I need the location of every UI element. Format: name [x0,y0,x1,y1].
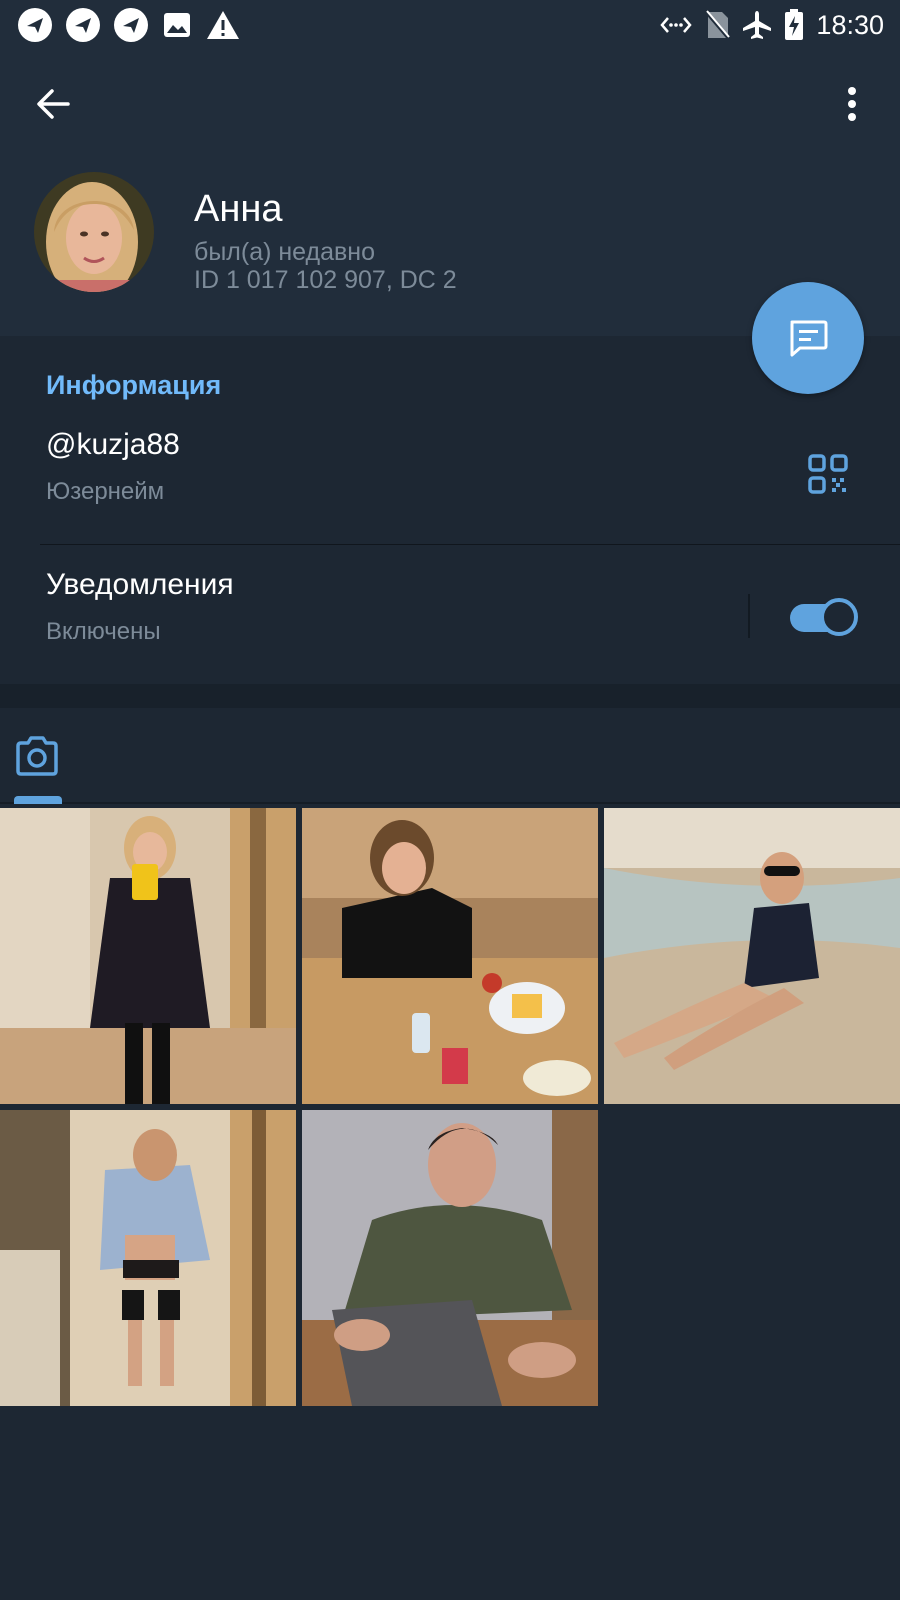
more-options-icon[interactable] [836,84,868,124]
info-section: Информация @kuzja88 Юзернейм Уведомления… [0,336,900,684]
notifications-title: Уведомления [46,568,234,601]
notifications-state: Включены [46,618,161,645]
status-time: 18:30 [816,9,884,40]
section-gap [0,684,900,708]
notifications-toggle[interactable] [790,598,858,636]
photo-1[interactable] [0,808,296,1104]
user-id: ID 1 017 102 907, DC 2 [194,266,457,294]
airplane-mode-icon [743,11,772,39]
app-notification-icon [114,8,148,42]
profile-header: Анна был(а) недавно ID 1 017 102 907, DC… [0,50,900,336]
divider [40,544,900,545]
warning-icon [207,11,239,39]
vertical-divider [748,594,750,638]
photo-2[interactable] [302,808,598,1104]
last-seen-status: был(а) недавно [194,238,376,266]
photo-4[interactable] [0,1110,296,1406]
camera-icon[interactable] [14,734,60,778]
active-tab-indicator [14,796,62,804]
app-notification-icon [66,8,100,42]
photo-5[interactable] [302,1110,598,1406]
image-icon [164,13,190,37]
back-arrow-icon[interactable] [34,84,74,124]
profile-name: Анна [194,188,283,230]
app-notification-icon [18,8,52,42]
data-transfer-icon [660,17,693,33]
username-value: @kuzja88 [46,428,180,461]
no-sim-icon [705,10,731,39]
avatar[interactable] [34,172,154,292]
qr-code-icon[interactable] [808,454,848,494]
media-tabs [0,708,900,804]
status-bar: 18:30 [0,0,900,50]
section-title: Информация [46,370,222,400]
photo-3[interactable] [604,808,900,1104]
username-label: Юзернейм [46,478,165,505]
message-icon [790,320,828,357]
battery-charging-icon [785,9,804,40]
send-message-button[interactable] [752,282,864,394]
